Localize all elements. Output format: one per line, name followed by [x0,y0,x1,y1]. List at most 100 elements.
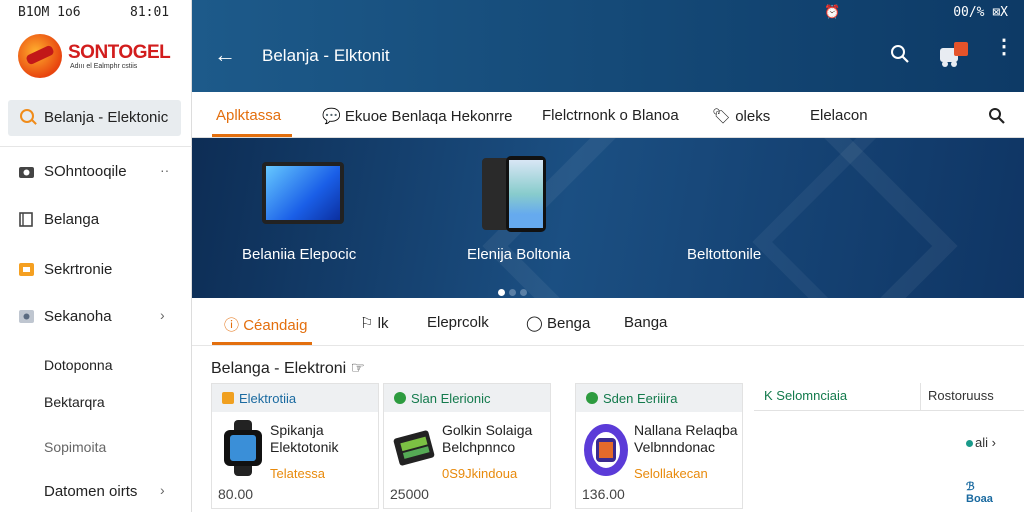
carousel-dots[interactable] [498,283,531,298]
verified-icon [586,392,598,404]
carousel-dot[interactable] [498,289,505,296]
extra-panel-header: K Selomnciaia Rostoruuss [754,383,1024,411]
card-header: Sden Eeriiira [576,384,742,412]
search-icon [20,109,34,123]
product-seller: Telatessa [270,466,325,481]
banner-label-0: Belaniia Elepocic [242,246,357,263]
phones-image [482,156,548,232]
dot-icon [966,440,973,447]
product-name: Spikanja Elektotonik [270,422,339,455]
search-icon[interactable] [988,107,1005,124]
subtab-3[interactable]: ◯ Benga [526,314,590,332]
chat-icon: 💬 [322,108,341,125]
divider [920,383,921,411]
category-tabs: Aplktassa 💬 Ekuoe Benlaqa Hekonrre Flelc… [192,92,1024,138]
app-header: ⏰ 00/% ⊠X ← Belanja - Elktonit ⋮ [192,0,1024,92]
sidebar-subitem-2[interactable]: Sopimoita [44,439,106,455]
logo-title: SONTOGEL [68,42,171,63]
product-price: 136.00 [582,486,625,502]
subtab-1[interactable]: ⚐ lk [360,314,388,332]
status-left-text: B1OM 1o6 [18,5,81,20]
sidebar-subitem-0[interactable]: Dotoponna [44,357,113,373]
active-subtab-indicator [212,342,312,345]
logo-subtitle: Adııı el Ealmphr cstiis [70,63,138,70]
sidebar-item-0[interactable]: SOhntooqile ·· [0,157,192,187]
more-options-icon[interactable]: ⋮ [994,37,1014,57]
card-header: Elektrotiia [212,384,378,412]
sidebar-subitem-3[interactable]: Datomen oirts › [0,477,192,507]
banner-label-1: Elenija Boltonia [467,246,571,263]
see-more-link[interactable]: ali › [966,435,996,450]
product-seller: 0S9Jkindoua [442,466,518,481]
subtab-0[interactable]: ⓘ Céandaig [224,314,307,335]
tab-1[interactable]: 💬 Ekuoe Benlaqa Hekonrre [322,107,512,125]
alarm-icon: ⏰ [824,4,841,19]
sidebar-subitem-1[interactable]: Bektarqra [44,394,105,410]
fitness-band-image [584,424,628,476]
tab-0[interactable]: Aplktassa [216,107,281,124]
tab-4[interactable]: Elelacon [810,107,868,124]
image-icon [19,310,34,323]
sidebar: B1OM 1o6 81:01 SONTOGEL Adııı el Ealmphr… [0,0,192,512]
product-seller: Selollakecan [634,466,708,481]
smartwatch-image [224,420,262,476]
chevron-right-icon: › [160,307,165,323]
back-arrow-icon[interactable]: ← [214,42,236,68]
brand-label: Boaa [966,493,993,505]
brand-mark: ℬ Boaa [966,480,993,505]
status-bar-left: B1OM 1o6 81:01 [0,5,192,23]
tab-label: oleks [735,108,771,125]
camera-icon [19,167,34,178]
battery-pack-image [393,430,435,466]
active-tab-indicator [212,134,292,137]
sidebar-item-1[interactable]: Belanga [0,205,192,235]
see-more-label: ali › [975,435,996,450]
chevron-right-icon: › [160,482,165,498]
tablet-image [262,162,344,224]
cursor-icon: ☞ [350,360,365,377]
sidebar-item-label: SOhntooqile [44,163,127,180]
product-card[interactable]: Sden Eeriiira Nallana Relaqba Velbnndona… [575,383,743,509]
search-icon[interactable] [890,44,910,64]
sidebar-item-label: Belanja - Elektonic [44,109,169,126]
card-header-label: Slan Elerionic [411,391,491,406]
subtab-label: lk [377,315,389,332]
product-card[interactable]: Slan Elerionic Golkin Solaiga Belchpnnco… [383,383,551,509]
chat-icon: ◯ [526,315,543,332]
sidebar-item-label: Sekanoha [44,308,112,325]
document-icon [19,212,33,227]
extra-tab-a[interactable]: K Selomnciaia [764,388,847,403]
brand-icon: ℬ [966,481,975,493]
brand-logo[interactable]: SONTOGEL Adııı el Ealmphr cstiis [18,34,188,80]
subtab-2[interactable]: Eleprcolk [427,314,489,331]
badge-icon [222,392,234,404]
subtab-label: Céandaig [243,317,308,334]
logo-mark-icon [18,34,62,78]
carousel-dot[interactable] [509,289,516,296]
subtab-label: Benga [546,315,591,332]
card-header-label: Elektrotiia [239,391,297,406]
product-name: Nallana Relaqba Velbnndonac [634,422,738,455]
chevron-icon: ·· [160,162,170,178]
promo-banner[interactable]: Belaniia Elepocic Elenija Boltonia Belto… [192,138,1024,298]
store-icon [19,263,34,276]
sidebar-item-2[interactable]: Sekrtronie [0,255,192,285]
sidebar-item-active[interactable]: Belanja - Elektonic [8,100,181,136]
cart-icon[interactable] [938,40,970,68]
info-icon: ⓘ [224,317,240,334]
extra-tab-b[interactable]: Rostoruuss [928,388,994,403]
subtab-4[interactable]: Banga [624,314,667,331]
tab-3[interactable]: 🏷 oleks [712,107,770,125]
sidebar-item-label: Datomen oirts [44,483,138,500]
carousel-dot[interactable] [520,289,527,296]
flag-icon: ⚐ [360,315,374,332]
tab-2[interactable]: Flelctrnonk o Blanoa [542,107,679,124]
tab-label: Ekuoe Benlaqa Hekonrre [344,108,513,125]
section-title-text: Belanga - Elektroni [211,360,347,377]
sidebar-item-3[interactable]: Sekanoha › [0,302,192,332]
card-header-label: Sden Eeriiira [603,391,678,406]
sidebar-item-label: Belanga [44,211,100,228]
product-card[interactable]: Elektrotiia Spikanja Elektotonik Telates… [211,383,379,509]
sidebar-divider [0,146,192,147]
page-title: Belanja - Elktonit [262,46,390,65]
